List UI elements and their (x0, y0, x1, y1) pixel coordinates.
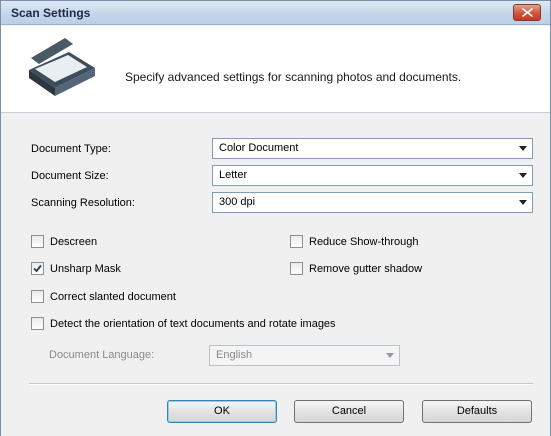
reduce-show-through-checkbox[interactable]: Reduce Show-through (290, 235, 418, 248)
checkbox-box[interactable] (31, 317, 44, 330)
chevron-down-icon (519, 200, 527, 205)
scanner-icon (29, 38, 95, 96)
unsharp-mask-checkbox[interactable]: Unsharp Mask (31, 262, 121, 275)
document-type-value: Color Document (219, 142, 299, 154)
defaults-button[interactable]: Defaults (422, 400, 532, 423)
scan-settings-dialog: Scan Settings Specify advanced settings … (0, 0, 551, 436)
document-language-value: English (216, 349, 253, 361)
detect-orientation-checkbox[interactable]: Detect the orientation of text documents… (31, 317, 336, 330)
checkbox-box[interactable] (31, 290, 44, 303)
dialog-header: Specify advanced settings for scanning p… (1, 26, 550, 113)
descreen-checkbox[interactable]: Descreen (31, 235, 97, 248)
checkbox-box[interactable] (290, 262, 303, 275)
document-language-select: English (209, 345, 400, 366)
document-language-label: Document Language: (49, 349, 155, 361)
scanning-resolution-value: 300 dpi (219, 196, 256, 208)
document-type-label: Document Type: (31, 143, 111, 155)
remove-gutter-shadow-label: Remove gutter shadow (309, 262, 423, 275)
correct-slanted-checkbox[interactable]: Correct slanted document (31, 290, 176, 303)
document-size-value: Letter (219, 169, 248, 181)
chevron-down-icon (519, 173, 527, 178)
document-type-select[interactable]: Color Document (212, 138, 533, 159)
scanning-resolution-select[interactable]: 300 dpi (212, 192, 533, 213)
document-size-label: Document Size: (31, 170, 109, 182)
reduce-show-through-label: Reduce Show-through (309, 235, 419, 248)
close-icon (522, 8, 533, 17)
cancel-button[interactable]: Cancel (294, 400, 404, 423)
header-description: Specify advanced settings for scanning p… (125, 70, 462, 84)
remove-gutter-shadow-checkbox[interactable]: Remove gutter shadow (290, 262, 422, 275)
settings-panel: Document Type: Color Document Document S… (1, 114, 550, 436)
scanning-resolution-label: Scanning Resolution: (31, 197, 135, 209)
chevron-down-icon (519, 146, 527, 151)
checkbox-box[interactable] (290, 235, 303, 248)
checkbox-box[interactable] (31, 235, 44, 248)
document-size-select[interactable]: Letter (212, 165, 533, 186)
chevron-down-icon (386, 353, 394, 358)
unsharp-mask-label: Unsharp Mask (50, 262, 121, 275)
correct-slanted-label: Correct slanted document (50, 290, 176, 303)
ok-button[interactable]: OK (167, 400, 277, 423)
checkbox-box[interactable] (31, 262, 44, 275)
descreen-label: Descreen (50, 235, 98, 248)
close-button[interactable] (513, 4, 541, 21)
title-bar[interactable]: Scan Settings (1, 1, 550, 25)
window-title: Scan Settings (11, 6, 91, 20)
detect-orientation-label: Detect the orientation of text documents… (50, 317, 336, 330)
separator (29, 383, 533, 385)
checkmark-icon (33, 264, 42, 273)
